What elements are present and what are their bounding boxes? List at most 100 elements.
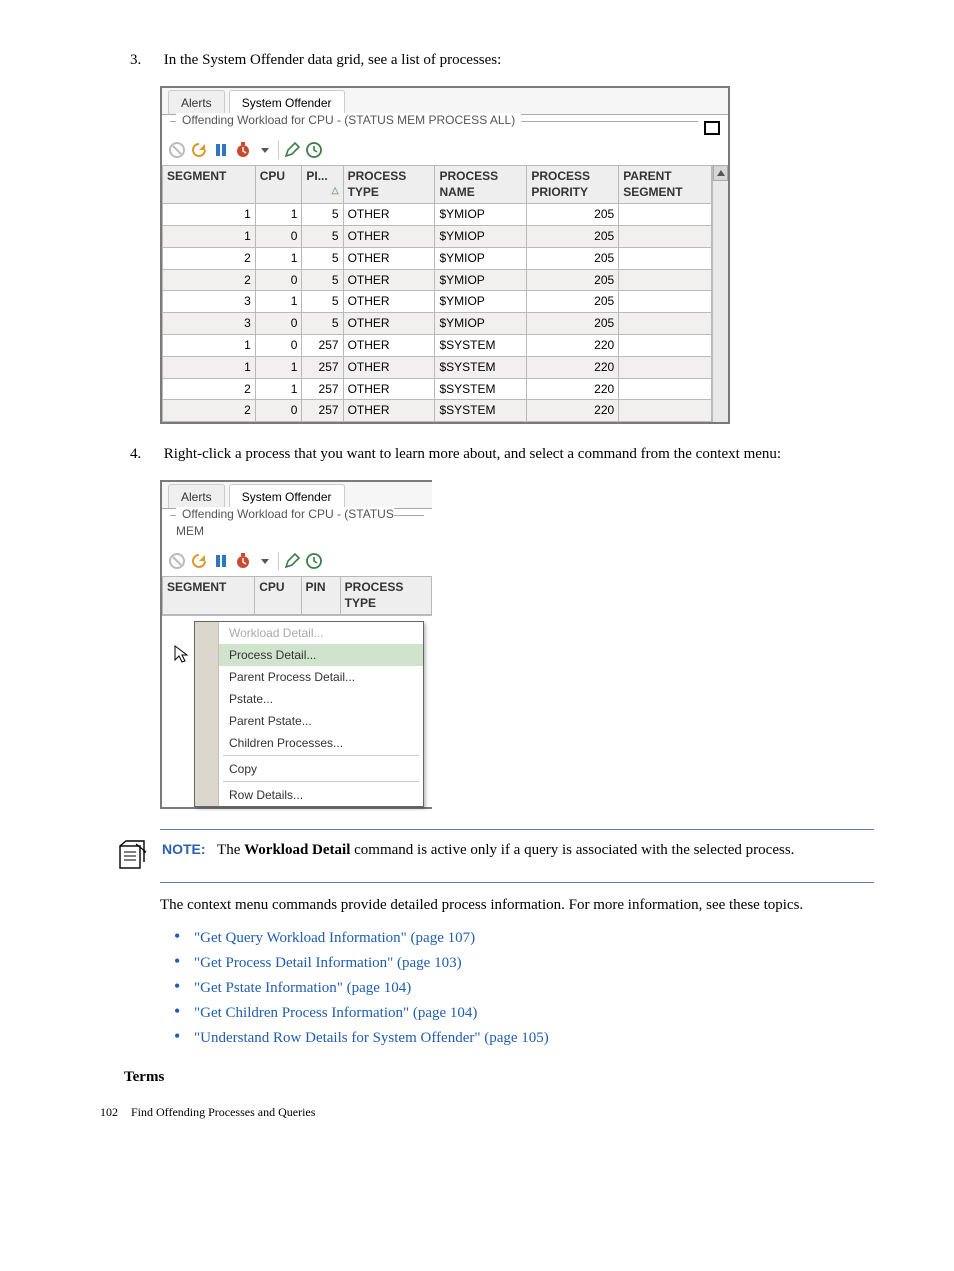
table-cell: 220 [527, 378, 619, 400]
table-cell [619, 356, 712, 378]
table-cell: OTHER [343, 378, 435, 400]
pencil-icon[interactable] [283, 141, 301, 159]
table-row[interactable]: 105OTHER$YMIOP205 [163, 225, 712, 247]
table-cell: 205 [527, 247, 619, 269]
vertical-scrollbar[interactable] [712, 165, 728, 423]
column-header[interactable]: PIN [301, 576, 340, 615]
note-text-before: The [217, 842, 244, 858]
table-cell: $YMIOP [435, 225, 527, 247]
list-item: "Get Children Process Information" (page… [170, 1001, 874, 1026]
stop-icon[interactable] [168, 141, 186, 159]
table-row[interactable]: 11257OTHER$SYSTEM220 [163, 356, 712, 378]
table-row[interactable]: 21257OTHER$SYSTEM220 [163, 378, 712, 400]
list-item: "Get Process Detail Information" (page 1… [170, 951, 874, 976]
menu-item[interactable]: Process Detail... [195, 644, 423, 666]
topic-link[interactable]: "Get Children Process Information" (page… [194, 1005, 477, 1021]
table-cell: 205 [527, 291, 619, 313]
menu-item-label: Process Detail... [219, 647, 326, 664]
note-label: NOTE: [162, 841, 206, 857]
column-header[interactable]: PI...△ [302, 165, 343, 204]
table-row[interactable]: 305OTHER$YMIOP205 [163, 313, 712, 335]
tab-system-offender[interactable]: System Offender [229, 90, 345, 114]
pause-icon[interactable] [212, 552, 230, 570]
table-cell: 220 [527, 356, 619, 378]
table-cell: 0 [255, 313, 302, 335]
tab-system-offender-2[interactable]: System Offender [229, 484, 345, 508]
pencil-icon[interactable] [283, 552, 301, 570]
menu-item-label: Children Processes... [219, 735, 353, 752]
timer-icon[interactable] [234, 552, 252, 570]
table-cell: 5 [302, 269, 343, 291]
menu-item: Workload Detail... [195, 622, 423, 644]
list-item: "Understand Row Details for System Offen… [170, 1026, 874, 1051]
table-row[interactable]: 20257OTHER$SYSTEM220 [163, 400, 712, 422]
topic-link[interactable]: "Understand Row Details for System Offen… [194, 1030, 549, 1046]
column-header[interactable]: SEGMENT [163, 165, 256, 204]
topic-link[interactable]: "Get Query Workload Information" (page 1… [194, 930, 475, 946]
menu-item[interactable]: Children Processes... [195, 732, 423, 754]
process-grid[interactable]: SEGMENTCPUPI...△PROCESSTYPEPROCESSNAMEPR… [162, 165, 712, 423]
maximize-icon[interactable] [704, 121, 720, 135]
context-menu-paragraph: The context menu commands provide detail… [160, 895, 814, 916]
note-body: NOTE: The Workload Detail command is act… [162, 840, 874, 872]
step-3-text: In the System Offender data grid, see a … [164, 52, 502, 68]
column-header[interactable]: PROCESSNAME [435, 165, 527, 204]
step-3-number: 3. [130, 50, 160, 71]
dropdown-icon[interactable] [256, 552, 274, 570]
process-grid-2[interactable]: SEGMENTCPUPINPROCESSTYPE [162, 576, 432, 616]
context-menu: Workload Detail... Process Detail... Paren… [194, 621, 424, 807]
table-cell: 0 [255, 334, 302, 356]
table-cell: OTHER [343, 247, 435, 269]
timer-icon[interactable] [234, 141, 252, 159]
tab-alerts-2[interactable]: Alerts [168, 484, 225, 508]
stop-icon[interactable] [168, 552, 186, 570]
table-cell [619, 400, 712, 422]
table-cell: 0 [255, 400, 302, 422]
table-row[interactable]: 10257OTHER$SYSTEM220 [163, 334, 712, 356]
table-cell: 2 [163, 400, 256, 422]
system-offender-panel: Alerts System Offender Offending Workloa… [160, 86, 730, 424]
menu-item[interactable]: Parent Pstate... [195, 710, 423, 732]
dropdown-icon[interactable] [256, 141, 274, 159]
refresh-icon[interactable] [190, 141, 208, 159]
tab-alerts[interactable]: Alerts [168, 90, 225, 114]
refresh-icon[interactable] [190, 552, 208, 570]
menu-item-label: Row Details... [219, 787, 313, 804]
scroll-up-icon[interactable] [713, 165, 728, 181]
table-row[interactable]: 115OTHER$YMIOP205 [163, 204, 712, 226]
column-header[interactable]: CPU [255, 165, 302, 204]
table-row[interactable]: 315OTHER$YMIOP205 [163, 291, 712, 313]
table-cell: 0 [255, 269, 302, 291]
table-cell [619, 204, 712, 226]
column-header[interactable]: PROCESSTYPE [343, 165, 435, 204]
column-header[interactable]: PROCESSPRIORITY [527, 165, 619, 204]
column-header[interactable]: CPU [255, 576, 301, 615]
menu-item[interactable]: Pstate... [195, 688, 423, 710]
table-cell: 257 [302, 356, 343, 378]
clock-icon[interactable] [305, 141, 323, 159]
column-header[interactable]: PARENTSEGMENT [619, 165, 712, 204]
page-number: 102 [100, 1105, 118, 1119]
column-header[interactable]: SEGMENT [163, 576, 255, 615]
table-cell: $SYSTEM [435, 356, 527, 378]
table-cell: 3 [163, 291, 256, 313]
tab-strip-2: Alerts System Offender [162, 482, 432, 509]
menu-item[interactable]: Copy [195, 758, 423, 780]
topic-link[interactable]: "Get Process Detail Information" (page 1… [194, 955, 462, 971]
table-row[interactable]: 215OTHER$YMIOP205 [163, 247, 712, 269]
menu-item[interactable]: Row Details... [195, 784, 423, 806]
table-cell: 257 [302, 334, 343, 356]
step-4: 4. Right-click a process that you want t… [130, 444, 874, 465]
table-cell [619, 269, 712, 291]
list-item: "Get Query Workload Information" (page 1… [170, 926, 874, 951]
column-header[interactable]: PROCESSTYPE [340, 576, 431, 615]
table-row[interactable]: 205OTHER$YMIOP205 [163, 269, 712, 291]
menu-item-label: Copy [219, 761, 267, 778]
table-cell: 1 [163, 334, 256, 356]
pause-icon[interactable] [212, 141, 230, 159]
clock-icon[interactable] [305, 552, 323, 570]
table-cell: 2 [163, 269, 256, 291]
table-cell: OTHER [343, 291, 435, 313]
topic-link[interactable]: "Get Pstate Information" (page 104) [194, 980, 411, 996]
menu-item[interactable]: Parent Process Detail... [195, 666, 423, 688]
